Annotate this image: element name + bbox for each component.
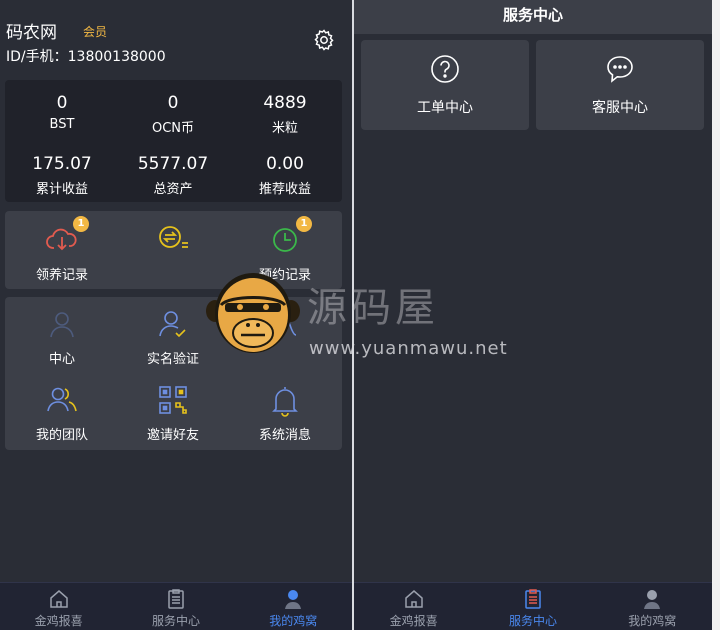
real-name-verify-item[interactable]: 实名验证	[117, 307, 229, 367]
stat-value: 175.07	[32, 154, 92, 174]
card-item[interactable]	[229, 307, 341, 348]
user-center-item[interactable]: 中心	[6, 307, 118, 367]
bell-icon	[268, 383, 302, 417]
grid-label: 领养记录	[35, 268, 88, 283]
qrcode-icon	[156, 383, 190, 417]
stat-label: 总资产	[153, 182, 193, 197]
nav-label: 服务中心	[151, 614, 200, 628]
grid-label: 预约记录	[258, 268, 311, 283]
stat-value: 0.00	[266, 154, 304, 174]
grid-label: 中心	[48, 352, 75, 367]
exchange-icon	[156, 223, 190, 257]
cloud-download-icon: 1	[45, 216, 89, 257]
nav-tab-my-coop[interactable]: 我的鸡窝	[593, 588, 712, 629]
records-card: 1 领养记录 1 预约记录	[5, 211, 342, 289]
my-team-item[interactable]: 我的团队	[6, 383, 118, 443]
username: 码农网	[6, 23, 57, 43]
nav-label: 金鸡报喜	[34, 614, 83, 628]
nav-label: 我的鸡窝	[269, 614, 318, 628]
home-icon	[49, 590, 68, 608]
service-label: 工单中心	[417, 100, 473, 116]
stat-value: 0	[56, 93, 68, 113]
stat-label: OCN币	[151, 121, 195, 136]
page-edge	[712, 0, 720, 630]
ticket-center-button[interactable]: 工单中心	[361, 40, 529, 130]
profile-header: 码农网 会员 ID/手机：13800138000	[6, 18, 340, 70]
stat-ocn: 0 OCN币	[117, 93, 229, 136]
nav-label: 金鸡报喜	[389, 614, 438, 628]
page-title: 服务中心	[502, 6, 563, 24]
user-center-icon	[45, 307, 79, 341]
service-label: 客服中心	[592, 100, 648, 116]
stat-total-assets: 5577.07 总资产	[117, 154, 229, 197]
nav-tab-service[interactable]: 服务中心	[117, 588, 234, 629]
person-icon	[285, 590, 302, 609]
features-card: 中心 实名验证 我的团队 邀请好友 系统消息	[5, 297, 342, 450]
reservation-records-item[interactable]: 1 预约记录	[229, 216, 341, 283]
user-verify-icon	[156, 307, 190, 341]
stat-value: 0	[167, 93, 179, 113]
clock-icon: 1	[268, 216, 312, 257]
bottom-nav: 金鸡报喜 服务中心 我的鸡窝	[0, 582, 352, 630]
nav-tab-service[interactable]: 服务中心	[473, 588, 592, 629]
stat-referral-earnings: 0.00 推荐收益	[229, 154, 341, 197]
system-messages-item[interactable]: 系统消息	[229, 383, 341, 443]
stat-value: 5577.07	[137, 154, 209, 174]
member-badge: 会员	[83, 25, 108, 39]
home-icon	[404, 590, 423, 608]
my-coop-screen: 码农网 会员 ID/手机：13800138000 0 BST 0 OCN币 48…	[0, 0, 352, 630]
stat-value: 4889	[263, 93, 307, 113]
nav-tab-home[interactable]: 金鸡报喜	[354, 588, 473, 629]
grid-label: 邀请好友	[146, 428, 199, 443]
bottom-nav: 金鸡报喜 服务中心 我的鸡窝	[354, 582, 712, 630]
nav-tab-my-coop[interactable]: 我的鸡窝	[235, 588, 352, 629]
stat-label: 累计收益	[35, 182, 88, 197]
stat-label: 米粒	[271, 121, 298, 136]
exchange-item[interactable]	[117, 223, 229, 264]
customer-service-button[interactable]: 客服中心	[536, 40, 704, 130]
invite-friends-item[interactable]: 邀请好友	[117, 383, 229, 443]
assets-summary: 0 BST 0 OCN币 4889 米粒 175.07 累计收益 5577.07…	[5, 80, 342, 202]
grid-label: 系统消息	[258, 428, 311, 443]
person-icon	[644, 590, 661, 609]
card-icon	[268, 307, 302, 341]
clipboard-icon	[525, 589, 541, 609]
chat-icon	[607, 56, 633, 83]
title-bar: 服务中心	[354, 0, 712, 34]
grid-label: 实名验证	[146, 352, 199, 367]
team-icon	[45, 383, 79, 417]
grid-label: 我的团队	[35, 428, 88, 443]
question-icon	[431, 55, 459, 83]
stat-label: 推荐收益	[258, 182, 311, 197]
stat-label: BST	[49, 117, 75, 132]
user-id: ID/手机：13800138000	[6, 49, 166, 65]
gear-icon[interactable]	[312, 28, 336, 52]
nav-tab-home[interactable]: 金鸡报喜	[0, 588, 117, 629]
notification-badge: 1	[296, 216, 312, 232]
stat-mili: 4889 米粒	[229, 93, 341, 136]
clipboard-icon	[168, 589, 184, 609]
notification-badge: 1	[73, 216, 89, 232]
nav-label: 我的鸡窝	[628, 614, 677, 628]
nav-label: 服务中心	[508, 614, 557, 628]
stat-total-earnings: 175.07 累计收益	[6, 154, 118, 197]
service-center-screen: 服务中心 工单中心 客服中心 金鸡报喜 服务中心 我的鸡窝	[354, 0, 712, 630]
stat-bst: 0 BST	[6, 93, 118, 132]
adoption-records-item[interactable]: 1 领养记录	[6, 216, 118, 283]
